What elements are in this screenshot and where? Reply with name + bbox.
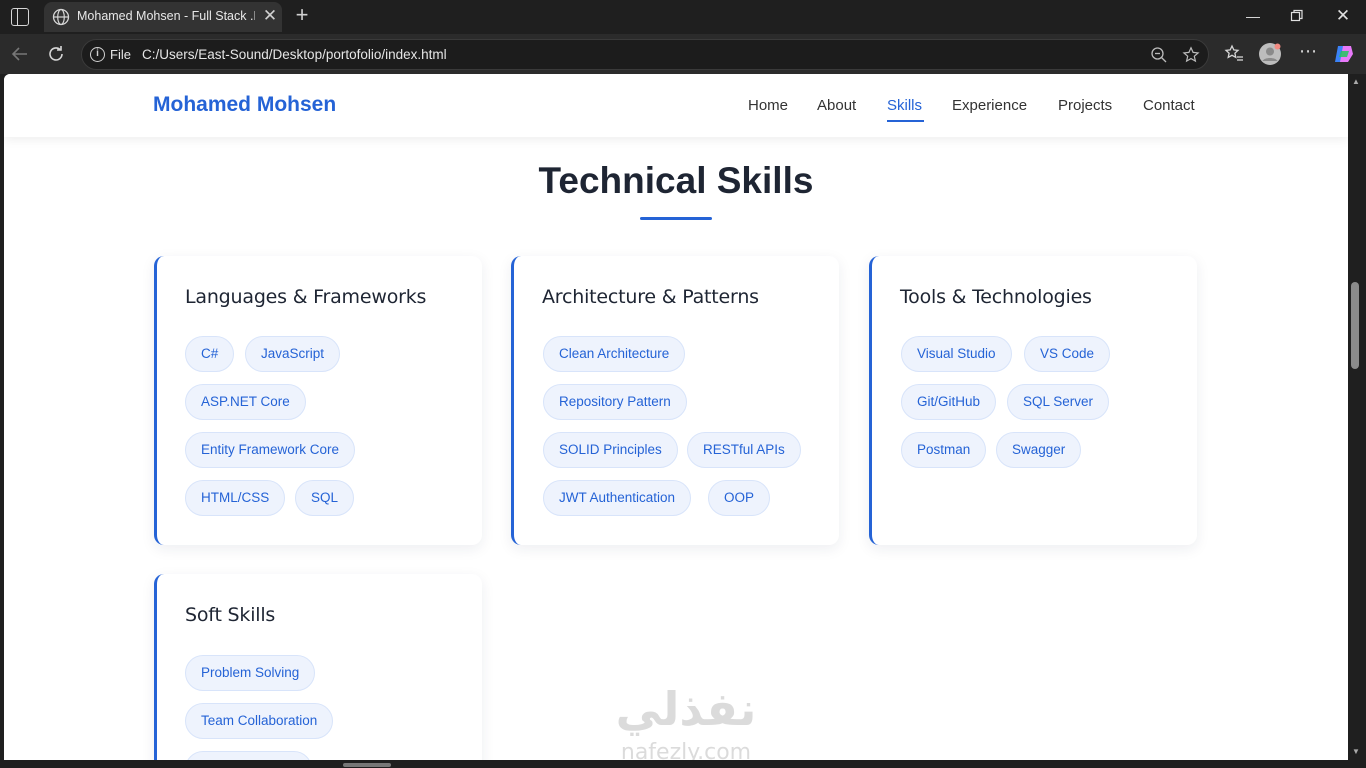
copilot-icon[interactable]	[1332, 42, 1356, 66]
section-title: Technical Skills	[538, 160, 814, 201]
nav-contact[interactable]: Contact	[1143, 97, 1195, 114]
card-title: Architecture & Patterns	[542, 286, 759, 308]
watermark-latin: nafezly.com	[621, 740, 751, 760]
favorite-star-icon[interactable]	[1182, 46, 1200, 64]
skill-pill: VS Code	[1024, 336, 1111, 372]
browser-tab[interactable]: Mohamed Mohsen - Full Stack .NET ✕	[44, 2, 282, 32]
skill-pill: SOLID Principles	[543, 432, 678, 468]
card-title: Languages & Frameworks	[185, 286, 427, 308]
skill-card-soft: Soft Skills Problem Solving Team Collabo…	[154, 574, 482, 760]
skill-pill: Problem Solving	[185, 655, 316, 691]
zoom-out-icon[interactable]	[1150, 46, 1168, 64]
scrollbar-thumb[interactable]	[1351, 282, 1359, 369]
skill-pill: Visual Studio	[901, 336, 1012, 372]
favorites-icon[interactable]	[1222, 42, 1246, 66]
tab-close-icon[interactable]: ✕	[262, 7, 278, 25]
nafezly-watermark-logo: نفذلي nafezly.com	[616, 682, 757, 760]
scroll-up-arrow-icon[interactable]: ▲	[1351, 78, 1361, 86]
browser-toolbar: i File C:/Users/East-Sound/Desktop/porto…	[0, 34, 1366, 74]
skill-pill: Swagger	[996, 432, 1082, 468]
reload-icon[interactable]	[44, 42, 68, 66]
vertical-scrollbar[interactable]	[1348, 74, 1366, 760]
nav-about[interactable]: About	[817, 97, 856, 114]
card-title: Soft Skills	[185, 604, 276, 626]
new-tab-icon[interactable]: +	[291, 4, 313, 28]
card-title: Tools & Technologies	[900, 286, 1092, 308]
skill-card-architecture: Architecture & Patterns Clean Architectu…	[511, 256, 839, 545]
nav-active-indicator	[887, 120, 924, 122]
site-brand[interactable]: Mohamed Mohsen	[153, 93, 336, 117]
site-info-icon[interactable]: i	[90, 47, 105, 62]
profile-avatar-icon[interactable]	[1258, 42, 1282, 66]
skill-pill: Team Collaboration	[185, 703, 334, 739]
nav-experience[interactable]: Experience	[952, 97, 1027, 114]
horizontal-scrollbar-thumb[interactable]	[343, 763, 391, 767]
nav-projects[interactable]: Projects	[1058, 97, 1112, 114]
page-viewport: Mohamed Mohsen Home About Skills Experie…	[4, 74, 1348, 760]
scroll-down-arrow-icon[interactable]: ▼	[1351, 748, 1361, 756]
tab-actions-icon[interactable]	[11, 8, 29, 26]
address-url[interactable]: C:/Users/East-Sound/Desktop/portofolio/i…	[142, 47, 447, 62]
address-bar[interactable]: i File C:/Users/East-Sound/Desktop/porto…	[81, 39, 1209, 70]
skill-pill-partial	[185, 751, 312, 760]
skill-pill: Clean Architecture	[543, 336, 686, 372]
globe-icon	[52, 8, 70, 26]
skill-pill: C#	[185, 336, 235, 372]
skill-pill: RESTful APIs	[687, 432, 801, 468]
watermark-arabic: نفذلي	[616, 682, 757, 736]
address-scheme: File	[110, 47, 131, 62]
tab-title: Mohamed Mohsen - Full Stack .NET	[77, 9, 255, 23]
skill-pill: Git/GitHub	[901, 384, 997, 420]
skill-pill: SQL Server	[1007, 384, 1110, 420]
skill-pill: SQL	[295, 480, 355, 516]
skill-card-tools: Tools & Technologies Visual Studio VS Co…	[869, 256, 1197, 545]
browser-tab-bar: Mohamed Mohsen - Full Stack .NET ✕ + — ✕	[0, 0, 1366, 34]
back-icon[interactable]	[8, 42, 32, 66]
skill-pill: OOP	[708, 480, 771, 516]
horizontal-scrollbar[interactable]	[0, 760, 1366, 768]
site-header: Mohamed Mohsen Home About Skills Experie…	[4, 74, 1348, 137]
restore-icon[interactable]	[1287, 6, 1307, 26]
skill-pill: JWT Authentication	[543, 480, 692, 516]
nav-home[interactable]: Home	[748, 97, 788, 114]
title-underline	[640, 217, 712, 220]
close-window-icon[interactable]: ✕	[1333, 6, 1353, 26]
skill-pill: JavaScript	[245, 336, 341, 372]
skill-pill: Repository Pattern	[543, 384, 687, 420]
skill-pill: ASP.NET Core	[185, 384, 306, 420]
skill-pill: HTML/CSS	[185, 480, 286, 516]
skill-pill: Postman	[901, 432, 987, 468]
minimize-icon[interactable]: —	[1243, 6, 1263, 26]
skill-pill: Entity Framework Core	[185, 432, 356, 468]
nav-skills[interactable]: Skills	[887, 97, 922, 114]
more-menu-icon[interactable]: ⋯	[1296, 42, 1320, 66]
skill-card-languages: Languages & Frameworks C# JavaScript ASP…	[154, 256, 482, 545]
